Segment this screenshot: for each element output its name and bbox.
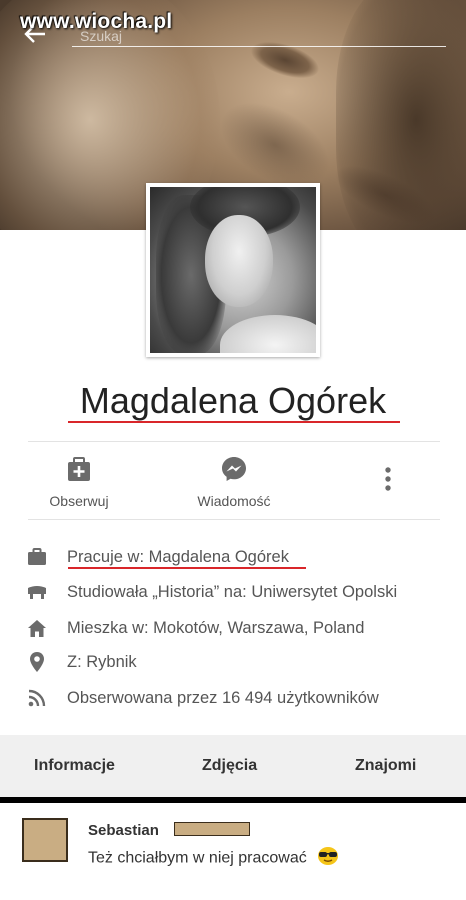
profile-name: Magdalena Ogórek	[79, 380, 387, 421]
info-residence[interactable]: Mieszka w: Mokotów, Warszawa, Poland	[26, 615, 364, 641]
info-origin-text: Z: Rybnik	[67, 652, 137, 671]
comment-divider	[0, 797, 466, 803]
work-underline	[68, 567, 306, 569]
info-origin[interactable]: Z: Rybnik	[26, 649, 137, 675]
info-work-text: Pracuje w: Magdalena Ogórek	[67, 547, 289, 566]
location-pin-icon	[26, 651, 48, 673]
messenger-icon	[188, 456, 280, 485]
info-education[interactable]: Studiowała „Historia” na: Uniwersytet Op…	[26, 579, 397, 605]
graduation-cap-icon	[26, 581, 48, 603]
comment-text: Też chciałbym w niej pracować	[88, 849, 307, 867]
home-icon	[26, 617, 48, 639]
comment-text-row: Też chciałbym w niej pracować	[88, 846, 339, 871]
follow-label: Obserwuj	[49, 493, 109, 509]
name-underline	[68, 421, 400, 423]
rss-icon	[26, 687, 48, 709]
watermark: www.wiocha.pl	[20, 10, 173, 33]
info-followers[interactable]: Obserwowana przez 16 494 użytkowników	[26, 685, 379, 711]
profile-tabs: Informacje Zdjęcia Znajomi	[0, 735, 466, 797]
follow-button[interactable]: Obserwuj	[40, 456, 118, 509]
info-followers-text: Obserwowana przez 16 494 użytkowników	[67, 688, 379, 707]
info-residence-text: Mieszka w: Mokotów, Warszawa, Poland	[67, 618, 365, 637]
info-education-text: Studiowała „Historia” na: Uniwersytet Op…	[67, 582, 398, 601]
tab-zdjecia[interactable]: Zdjęcia	[202, 757, 257, 775]
censor-bar	[174, 822, 250, 836]
tab-znajomi[interactable]: Znajomi	[355, 757, 416, 775]
briefcase-icon	[26, 546, 48, 568]
more-options-button[interactable]	[376, 466, 400, 495]
follow-icon	[40, 456, 118, 485]
message-button[interactable]: Wiadomość	[188, 456, 280, 509]
profile-avatar[interactable]	[146, 183, 320, 357]
divider	[28, 441, 440, 442]
tab-informacje[interactable]: Informacje	[34, 757, 115, 775]
sunglasses-emoji-icon	[317, 846, 339, 871]
search-underline	[72, 46, 446, 47]
comment-avatar	[22, 818, 68, 862]
comment-author: Sebastian	[88, 822, 159, 839]
divider	[28, 519, 440, 520]
message-label: Wiadomość	[197, 493, 271, 509]
more-vertical-icon	[376, 466, 400, 495]
